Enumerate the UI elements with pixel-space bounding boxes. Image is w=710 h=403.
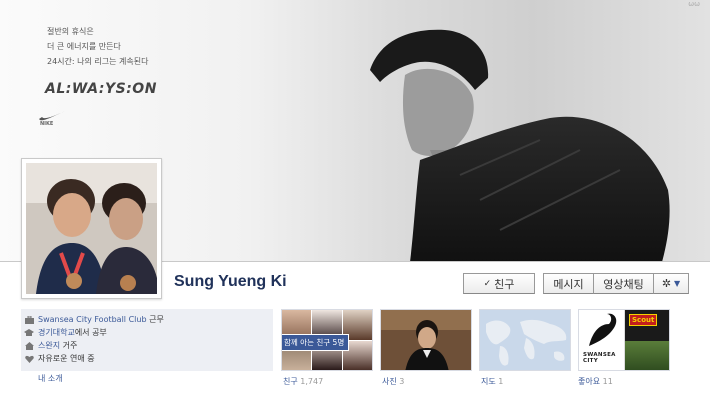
likes-tile-label[interactable]: 좋아요 11 [578,376,613,387]
profile-info-box: Swansea City Football Club 근무 경기대학교 에서 공부… [21,309,273,371]
friends-tile-label[interactable]: 친구 1,747 [283,376,323,387]
work-suffix: 근무 [149,315,164,324]
cover-tagline: AL:WA:YS:ON [45,81,157,97]
gear-icon: ✲ [661,277,672,290]
likes-label: 좋아요 [578,377,601,386]
likes-tile[interactable]: SWANSEA CITY Scout [578,309,670,371]
school-link[interactable]: 경기대학교 [38,327,75,338]
info-work: Swansea City Football Club 근무 [24,313,273,326]
message-button-label: 메시지 [553,277,584,291]
cover-slogan-line-3: 24시간: 나의 리그는 계속된다 [47,57,149,66]
profile-name: Sung Yueng Ki [174,273,287,290]
info-relationship: 자유로운 연애 중 [24,352,273,365]
likes-count: 11 [602,377,613,386]
relationship-status: 자유로운 연애 중 [38,354,95,363]
cover-slogan-line-2: 더 큰 에너지를 만든다 [47,42,121,51]
map-label: 지도 [481,377,496,386]
friend-button-label: 친구 [494,277,515,291]
photos-count: 3 [399,377,405,386]
swan-logo-icon [589,313,617,346]
cover-brand-text: NIKE [40,121,54,127]
heart-icon [24,354,34,363]
cover-slogan-line-1: 절반의 휴식은 [47,27,94,36]
map-count: 1 [498,377,504,386]
friends-count: 1,747 [300,377,324,386]
friends-label: 친구 [283,377,298,386]
game-like-thumbnail [625,341,669,370]
photos-tile-label[interactable]: 사진 3 [382,376,404,387]
school-suffix: 에서 공부 [74,328,107,337]
photos-tile[interactable] [380,309,472,371]
home-icon [24,341,34,350]
settings-dropdown-button[interactable]: ✲ ▼ [654,273,689,294]
info-school: 경기대학교 에서 공부 [24,326,273,339]
graduation-cap-icon [24,328,34,337]
briefcase-icon [24,315,34,324]
about-link[interactable]: 내 소개 [38,373,63,384]
video-chat-button-label: 영상채팅 [603,277,644,291]
friend-button[interactable]: ✓ 친구 [463,273,535,294]
video-chat-button[interactable]: 영상채팅 [593,273,654,294]
mutual-friends-badge[interactable]: 함께 아는 친구 5명 [282,334,350,351]
chevron-down-icon: ▼ [674,279,681,288]
info-city: 스완지 거주 [24,339,273,352]
cover-slogan: 절반의 휴식은 더 큰 에너지를 만든다 24시간: 나의 리그는 계속된다 [47,24,148,69]
friends-tile[interactable]: 함께 아는 친구 5명 [281,309,373,371]
world-map-icon [480,310,570,370]
map-tile-label[interactable]: 지도 1 [481,376,503,387]
cover-person-silhouette [370,29,670,261]
scout-badge: Scout [629,314,658,326]
profile-picture[interactable] [21,158,162,299]
photos-label: 사진 [382,377,397,386]
check-icon: ✓ [483,278,492,289]
profile-photo-image [26,163,157,294]
city-link[interactable]: 스완지 [38,340,60,351]
city-suffix: 거주 [62,341,78,350]
message-button[interactable]: 메시지 [543,273,593,294]
map-tile[interactable] [479,309,571,371]
photos-thumbnail [381,310,471,370]
work-link[interactable]: Swansea City Football Club [38,315,147,324]
swansea-city-caption: SWANSEA CITY [583,352,616,364]
swansea-city-like-thumbnail: SWANSEA CITY [579,310,625,370]
